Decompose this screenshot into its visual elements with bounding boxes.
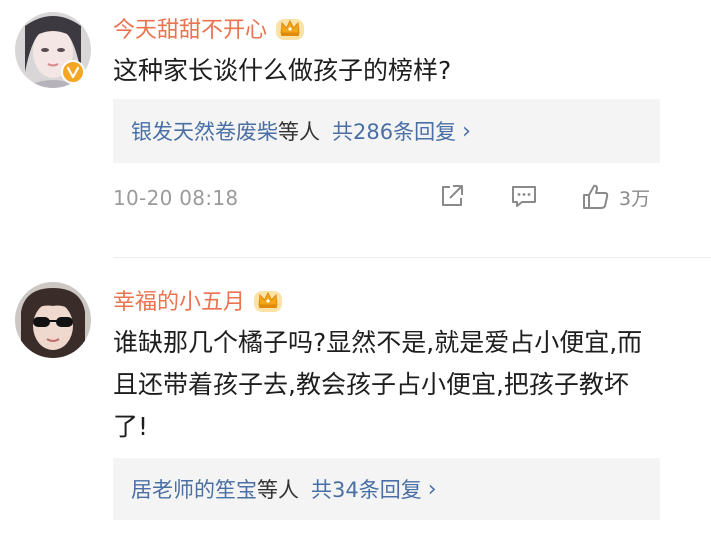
share-icon [442,185,463,206]
reply-count-link[interactable]: 共286条回复 [332,116,456,146]
comment-icon [512,186,536,207]
timestamp: 10-20 08:18 [113,186,239,210]
comment-feed: 今天甜甜不开心 这种家长谈什么做孩子的榜样? 银发天然卷废柴 等人 共286条回… [0,0,711,536]
reply-summary[interactable]: 居老师的笙宝 等人 共34条回复 › [113,458,660,520]
verified-v-icon [61,60,85,84]
chevron-right-icon[interactable]: › [428,477,437,502]
crown-icon [275,15,305,41]
chevron-right-icon[interactable]: › [462,119,471,144]
comment-item: 幸福的小五月 谁缺那几个橘子吗?显然不是,就是爱占小便宜,而且还带着孩子去,教会… [0,258,711,536]
reply-names-link[interactable]: 银发天然卷废柴 [131,116,278,146]
comment-meta: 10-20 08:18 3万 [113,180,673,216]
username-text[interactable]: 今天甜甜不开心 [113,12,267,44]
reply-suffix-text: 等人 [257,478,299,502]
like-count: 3万 [619,187,651,210]
username[interactable]: 幸福的小五月 [113,284,283,316]
reply-names-link[interactable]: 居老师的笙宝 [131,474,257,504]
like-button[interactable]: 3万 [581,182,650,212]
comment-item: 今天甜甜不开心 这种家长谈什么做孩子的榜样? 银发天然卷废柴 等人 共286条回… [0,0,711,258]
reply-summary[interactable]: 银发天然卷废柴 等人 共286条回复 › [113,99,660,163]
reply-count-link[interactable]: 共34条回复 [311,474,422,504]
crown-icon [253,287,283,313]
username-text[interactable]: 幸福的小五月 [113,284,245,316]
username[interactable]: 今天甜甜不开心 [113,12,305,44]
comment-text: 这种家长谈什么做孩子的榜样? [113,56,452,85]
share-button[interactable] [438,182,466,210]
comment-text: 谁缺那几个橘子吗?显然不是,就是爱占小便宜,而且还带着孩子去,教会孩子占小便宜,… [113,328,643,441]
comment-button[interactable] [510,182,538,210]
avatar[interactable] [15,282,91,358]
reply-suffix-text: 等人 [278,120,320,144]
thumbs-up-icon [583,184,609,209]
